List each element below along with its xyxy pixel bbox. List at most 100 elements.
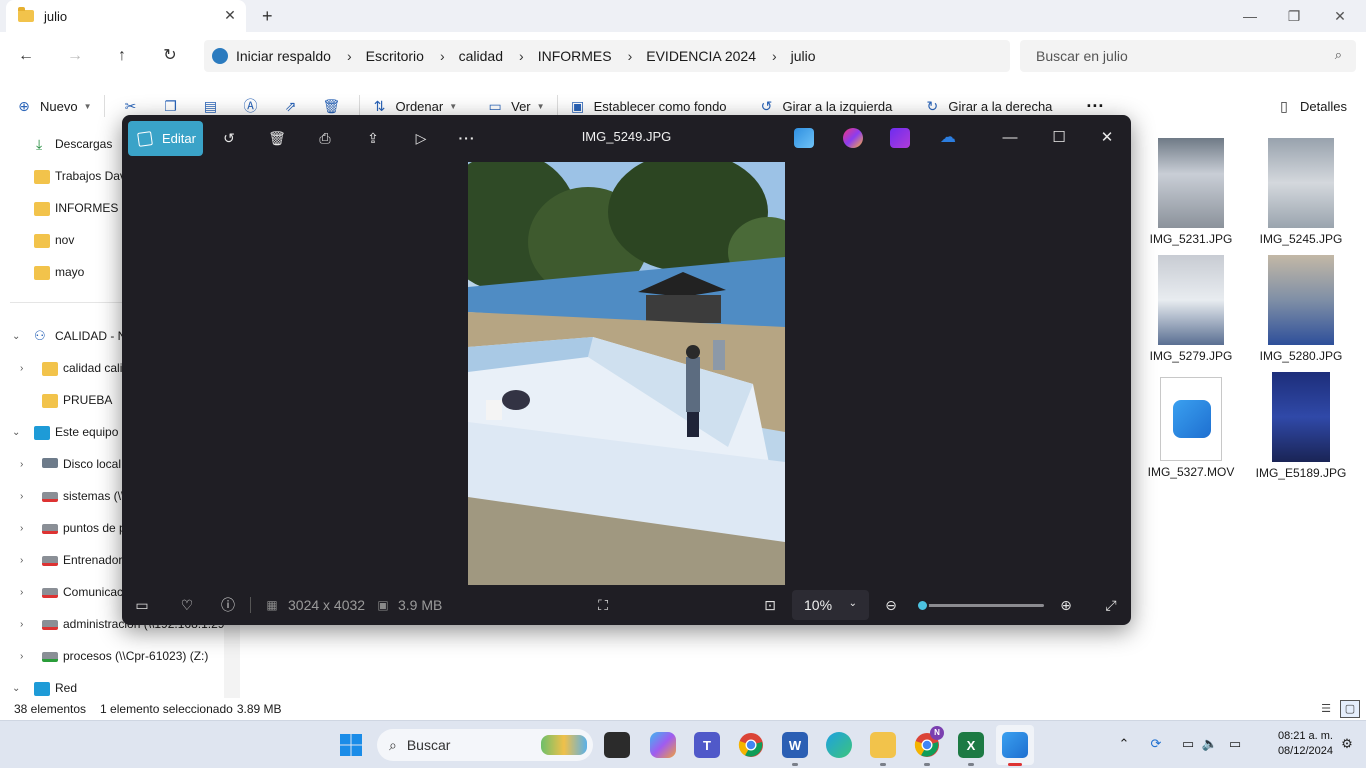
- chevron-right-icon[interactable]: ›: [772, 48, 777, 64]
- view-switcher: ☰ ▢: [1312, 700, 1360, 718]
- speaker-icon[interactable]: 🔈: [1201, 735, 1219, 753]
- onedrive-off-icon[interactable]: ☁: [938, 128, 958, 148]
- task-view-icon[interactable]: [604, 732, 630, 758]
- chevron-right-icon[interactable]: ›: [628, 48, 633, 64]
- tab-title: julio: [44, 8, 68, 24]
- chevron-right-icon[interactable]: ›: [347, 48, 352, 64]
- zoom-out-icon[interactable]: ⊖: [880, 595, 902, 615]
- chevron-right-icon[interactable]: ›: [20, 619, 30, 630]
- share-icon[interactable]: ⇪: [361, 126, 385, 150]
- file-item[interactable]: IMG_5327.MOV: [1141, 375, 1241, 479]
- tab-julio[interactable]: julio ✕: [6, 0, 246, 32]
- chrome-profile-icon[interactable]: N: [914, 726, 944, 758]
- edge-icon[interactable]: [826, 732, 852, 758]
- breadcrumb-escritorio[interactable]: Escritorio: [366, 48, 424, 64]
- chevron-down-icon[interactable]: ⌄: [12, 683, 22, 694]
- edit-button[interactable]: Editar: [128, 121, 203, 156]
- breadcrumb-informes[interactable]: INFORMES: [538, 48, 612, 64]
- trash-icon[interactable]: 🗑: [265, 126, 289, 150]
- chevron-right-icon[interactable]: ›: [20, 523, 30, 534]
- search-input[interactable]: Buscar en julio ⌕: [1020, 40, 1356, 72]
- fullscreen-icon[interactable]: ⤢: [1100, 595, 1122, 615]
- zoom-slider[interactable]: [916, 599, 1044, 612]
- designer-app-icon[interactable]: [843, 128, 863, 148]
- notifications-icon[interactable]: ⚙: [1338, 735, 1356, 753]
- chevron-right-icon[interactable]: ›: [20, 491, 30, 502]
- nav-label: Comunicaci: [63, 585, 126, 599]
- chevron-down-icon[interactable]: ⌄: [12, 427, 22, 438]
- photo-canvas[interactable]: [468, 162, 785, 585]
- viewer-status-bar: ▭ ♡ ⓘ ▦ 3024 x 4032 ▣ 3.9 MB ⛶ ⊡ 10% ⌄ ⊖…: [122, 585, 1131, 625]
- chevron-right-icon[interactable]: ›: [20, 587, 30, 598]
- details-button[interactable]: ▯ Detalles: [1276, 88, 1347, 124]
- chevron-right-icon[interactable]: ›: [20, 651, 30, 662]
- chevron-right-icon[interactable]: ›: [20, 363, 30, 374]
- taskbar-search[interactable]: ⌕ Buscar: [377, 729, 593, 761]
- slideshow-icon[interactable]: ▷: [409, 126, 433, 150]
- file-item[interactable]: IMG_5245.JPG: [1251, 138, 1351, 246]
- new-button[interactable]: ⊕ Nuevo ▼: [16, 88, 91, 124]
- file-name: IMG_5327.MOV: [1147, 465, 1235, 479]
- chevron-right-icon[interactable]: ›: [519, 48, 524, 64]
- photos-edit-app-icon[interactable]: [794, 128, 814, 148]
- nav-item-red[interactable]: ⌄ Red: [0, 676, 240, 700]
- breadcrumb-backup[interactable]: Iniciar respaldo: [236, 48, 331, 64]
- large-icons-view-icon[interactable]: ▢: [1340, 700, 1360, 718]
- breadcrumb-calidad[interactable]: calidad: [459, 48, 503, 64]
- file-item[interactable]: IMG_5280.JPG: [1251, 255, 1351, 363]
- close-icon[interactable]: ✕: [1091, 126, 1123, 150]
- breadcrumb[interactable]: Iniciar respaldo › Escritorio › calidad …: [204, 40, 1010, 72]
- info-icon[interactable]: ⓘ: [217, 595, 239, 615]
- back-icon[interactable]: ←: [14, 44, 38, 68]
- file-item[interactable]: IMG_5231.JPG: [1141, 138, 1241, 246]
- refresh-icon[interactable]: ↻: [158, 44, 182, 68]
- item-count: 38 elementos: [14, 702, 87, 716]
- print-icon[interactable]: ⎙: [313, 126, 337, 150]
- close-icon[interactable]: ✕: [1320, 4, 1360, 28]
- zoom-slider-thumb[interactable]: [916, 599, 929, 612]
- maximize-icon[interactable]: ☐: [1043, 126, 1075, 150]
- copilot-icon[interactable]: [650, 732, 676, 758]
- display-icon[interactable]: ▭: [1179, 735, 1197, 753]
- up-icon[interactable]: ↑: [110, 44, 134, 68]
- chevron-right-icon[interactable]: ›: [20, 459, 30, 470]
- nav-item-procesos[interactable]: › procesos (\\Cpr-61023) (Z:): [0, 644, 240, 668]
- minimize-icon[interactable]: —: [1230, 4, 1270, 28]
- filmstrip-icon[interactable]: ▭: [131, 595, 153, 615]
- file-item[interactable]: IMG_E5189.JPG: [1251, 372, 1351, 480]
- chevron-right-icon[interactable]: ›: [440, 48, 445, 64]
- sync-icon[interactable]: ⟳: [1147, 735, 1165, 753]
- new-tab-icon[interactable]: +: [262, 6, 273, 27]
- close-tab-icon[interactable]: ✕: [222, 7, 238, 23]
- folder-icon: [18, 7, 34, 22]
- actual-size-icon[interactable]: ⊡: [759, 595, 781, 615]
- file-item[interactable]: IMG_5279.JPG: [1141, 255, 1241, 363]
- favorite-icon[interactable]: ♡: [176, 595, 198, 615]
- zoom-dropdown[interactable]: 10% ⌄: [792, 590, 869, 620]
- photos-icon[interactable]: [1002, 732, 1028, 758]
- chevron-right-icon[interactable]: ›: [20, 555, 30, 566]
- breadcrumb-evidencia[interactable]: EVIDENCIA 2024: [646, 48, 756, 64]
- visual-search-icon[interactable]: ⛶: [592, 595, 614, 615]
- forward-icon[interactable]: →: [63, 44, 87, 68]
- word-icon[interactable]: W: [782, 732, 808, 758]
- windows-start-icon[interactable]: [338, 732, 364, 758]
- details-view-icon[interactable]: ☰: [1316, 700, 1336, 718]
- rotate-right-icon: ↻: [926, 98, 939, 114]
- chrome-icon[interactable]: [738, 732, 764, 758]
- zoom-in-icon[interactable]: ⊕: [1055, 595, 1077, 615]
- chevron-up-icon[interactable]: ⌃: [1115, 735, 1133, 753]
- clipchamp-app-icon[interactable]: [890, 128, 910, 148]
- chevron-down-icon[interactable]: ⌄: [12, 331, 22, 342]
- battery-icon[interactable]: ▭: [1226, 735, 1244, 753]
- excel-icon[interactable]: X: [958, 732, 984, 758]
- file-explorer-icon[interactable]: [870, 732, 896, 758]
- clock[interactable]: 08:21 a. m. 08/12/2024: [1255, 729, 1333, 759]
- minimize-icon[interactable]: —: [994, 126, 1026, 150]
- save-icon: ▣: [377, 598, 389, 612]
- breadcrumb-julio[interactable]: julio: [791, 48, 816, 64]
- restore-icon[interactable]: ❐: [1274, 4, 1314, 28]
- more-options-icon[interactable]: ···: [455, 126, 479, 150]
- teams-icon[interactable]: T: [694, 732, 720, 758]
- rotate-icon[interactable]: ↺: [217, 126, 241, 150]
